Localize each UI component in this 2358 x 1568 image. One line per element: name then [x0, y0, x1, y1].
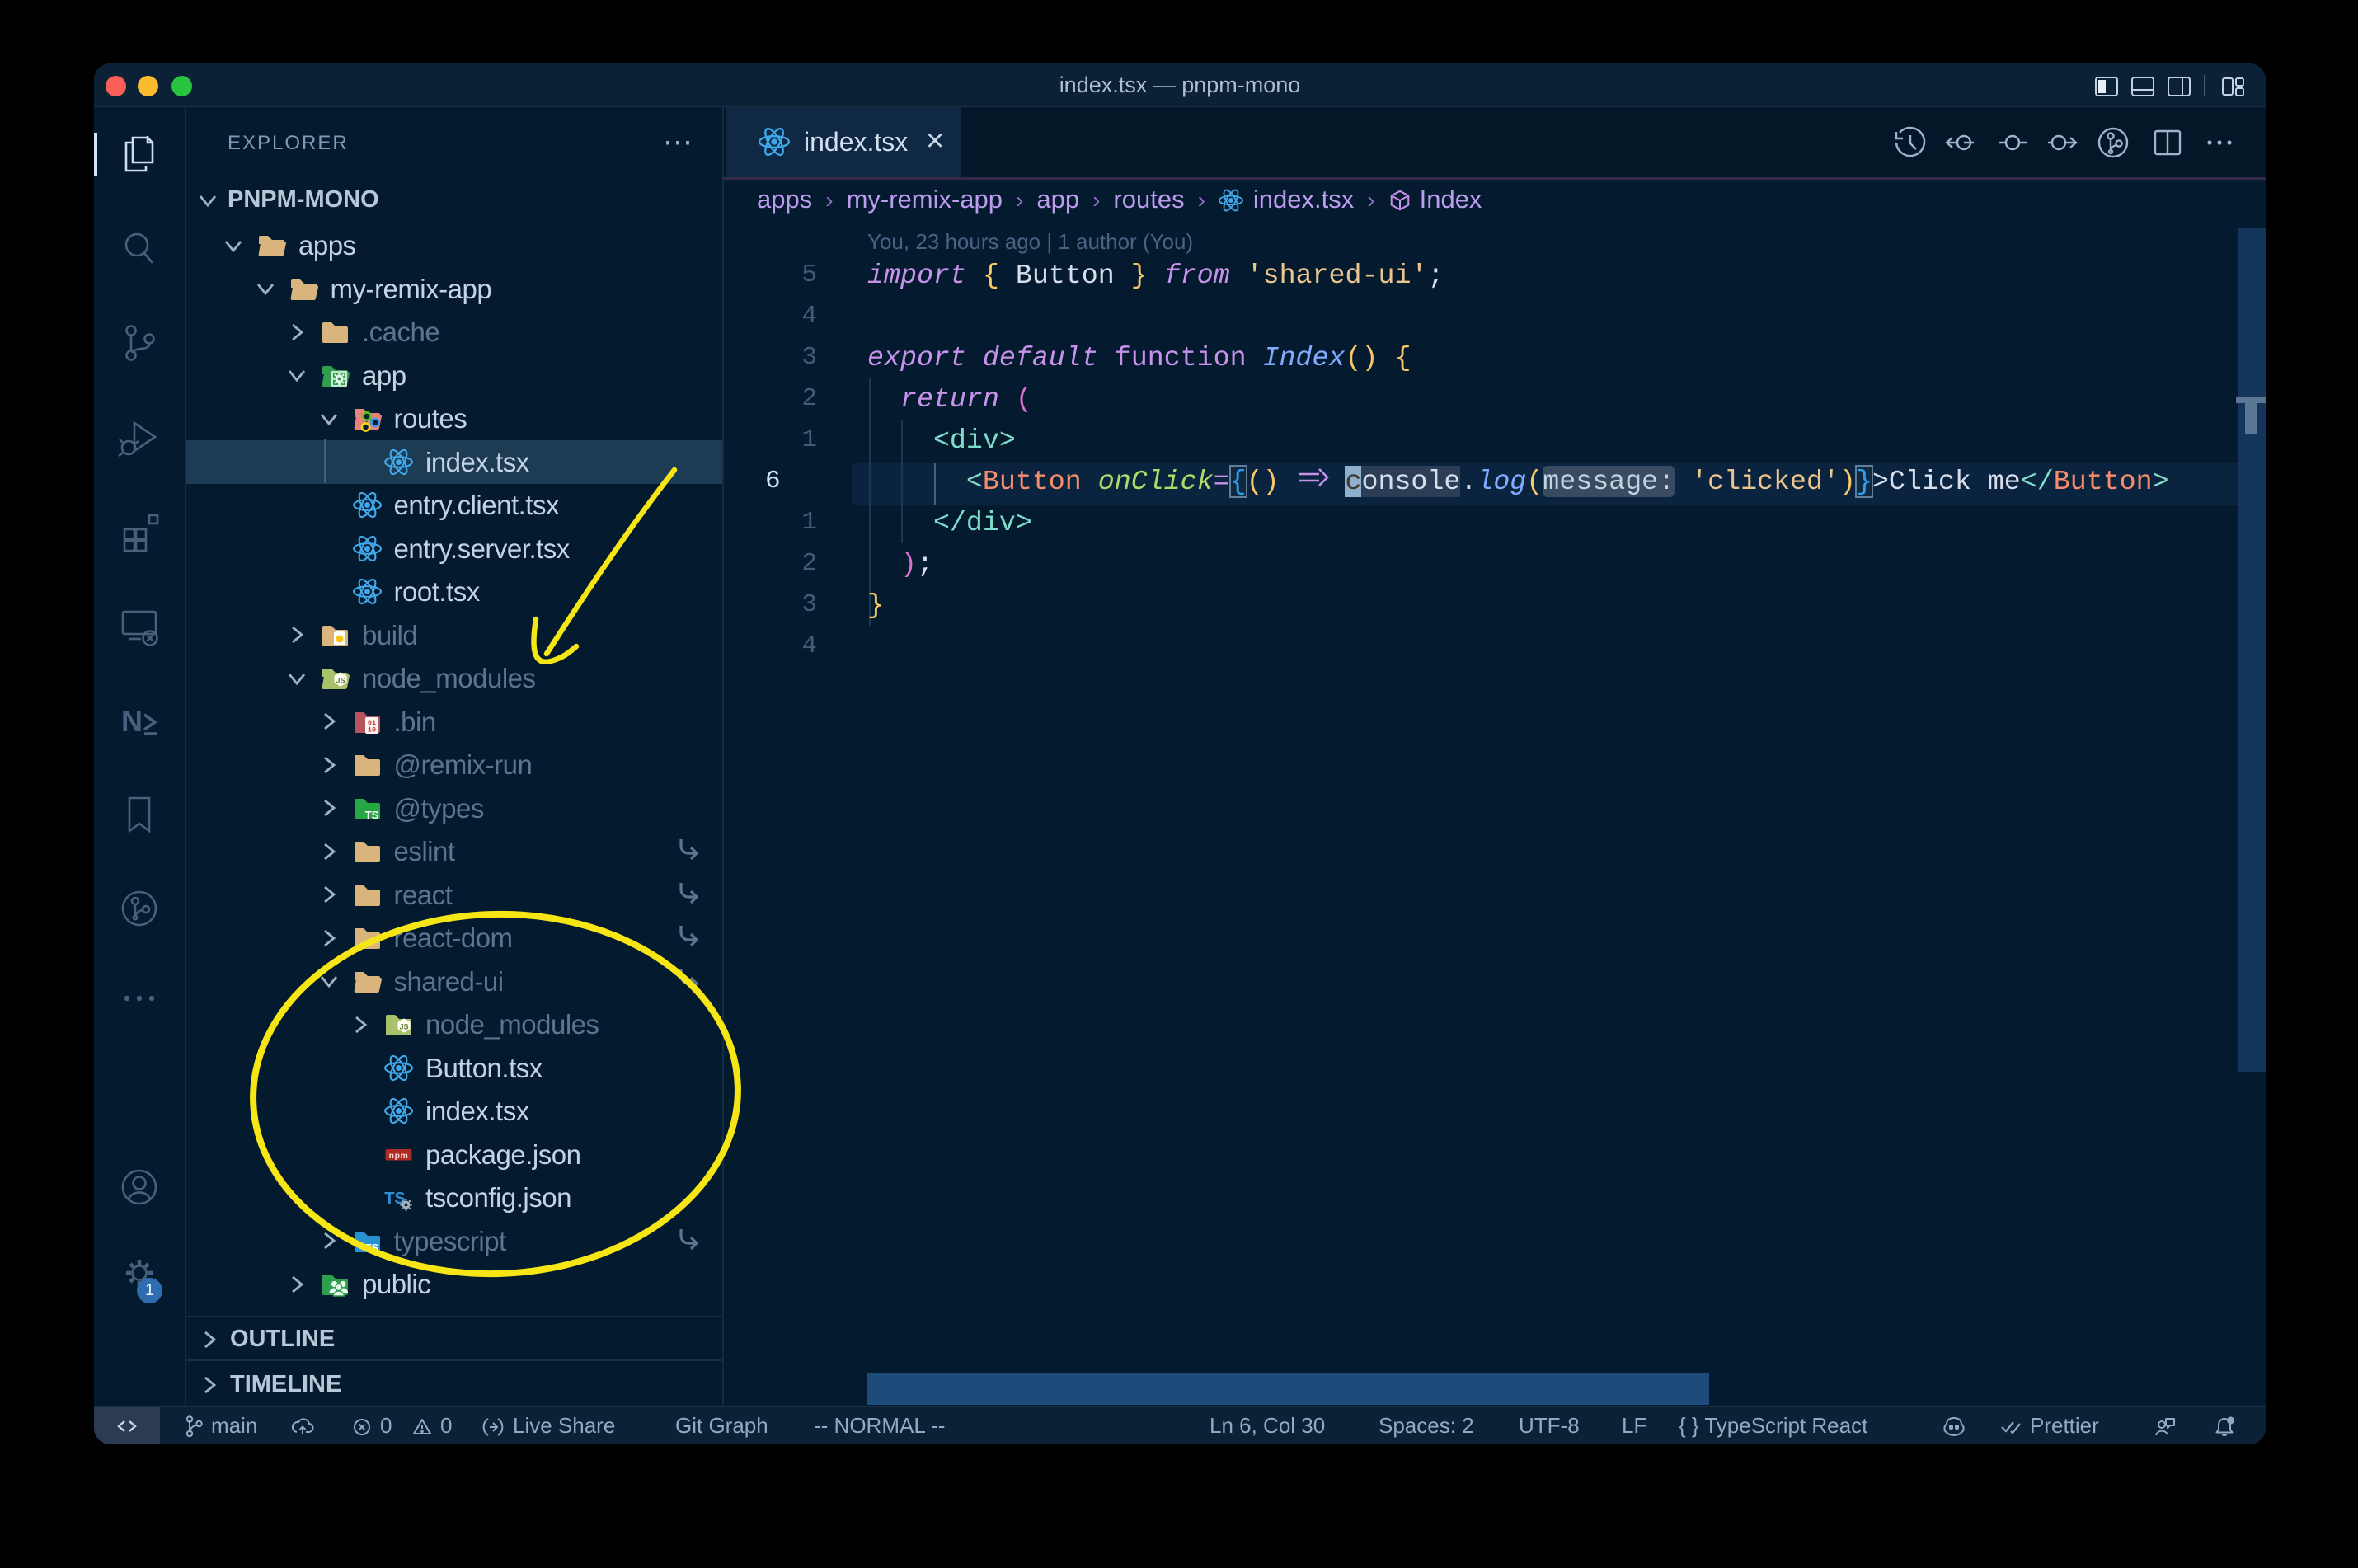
svg-text:npm: npm [389, 1150, 409, 1160]
svg-text:N: N [121, 704, 143, 738]
svg-text:TS: TS [364, 1242, 378, 1254]
svg-text:10: 10 [367, 725, 375, 734]
svg-text:JS: JS [399, 1023, 408, 1031]
svg-text:TS: TS [364, 809, 378, 821]
svg-text:JS: JS [336, 677, 345, 685]
